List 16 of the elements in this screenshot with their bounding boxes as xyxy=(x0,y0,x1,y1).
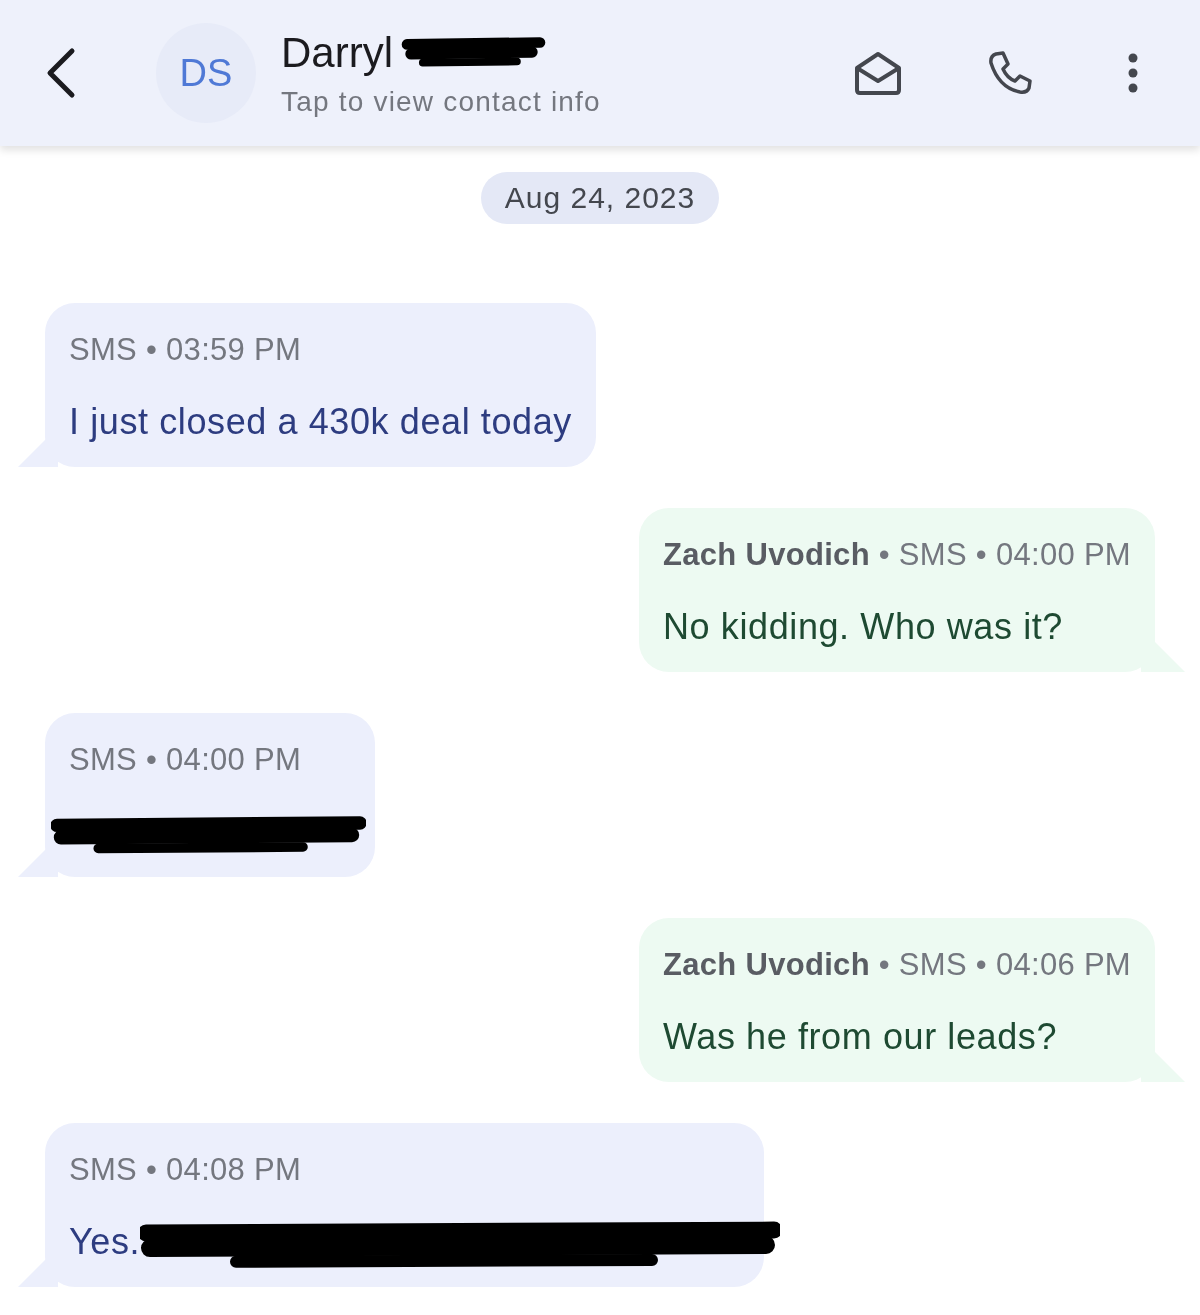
message-text: No kidding. Who was it? xyxy=(663,605,1063,649)
message-text: I just closed a 430k deal today xyxy=(69,400,572,444)
phone-icon[interactable] xyxy=(987,50,1033,96)
contact-info-link[interactable]: Tap to view contact info xyxy=(281,86,853,118)
message-meta: SMS • 04:00 PM xyxy=(69,741,303,779)
message-meta: Zach Uvodich • SMS • 04:00 PM xyxy=(663,536,1131,574)
contact-avatar[interactable]: DS xyxy=(156,23,256,123)
date-chip: Aug 24, 2023 xyxy=(480,172,720,224)
contact-name[interactable]: Darryl xyxy=(281,29,393,77)
envelope-icon[interactable] xyxy=(853,50,903,96)
message-meta: Zach Uvodich • SMS • 04:06 PM xyxy=(663,946,1131,984)
more-options-icon[interactable] xyxy=(1127,53,1139,93)
message-text: Yes. xyxy=(69,1220,141,1264)
message-meta: SMS • 03:59 PM xyxy=(69,331,303,369)
message-meta: SMS • 04:08 PM xyxy=(69,1151,303,1189)
message-text: Was he from our leads? xyxy=(663,1015,1058,1059)
